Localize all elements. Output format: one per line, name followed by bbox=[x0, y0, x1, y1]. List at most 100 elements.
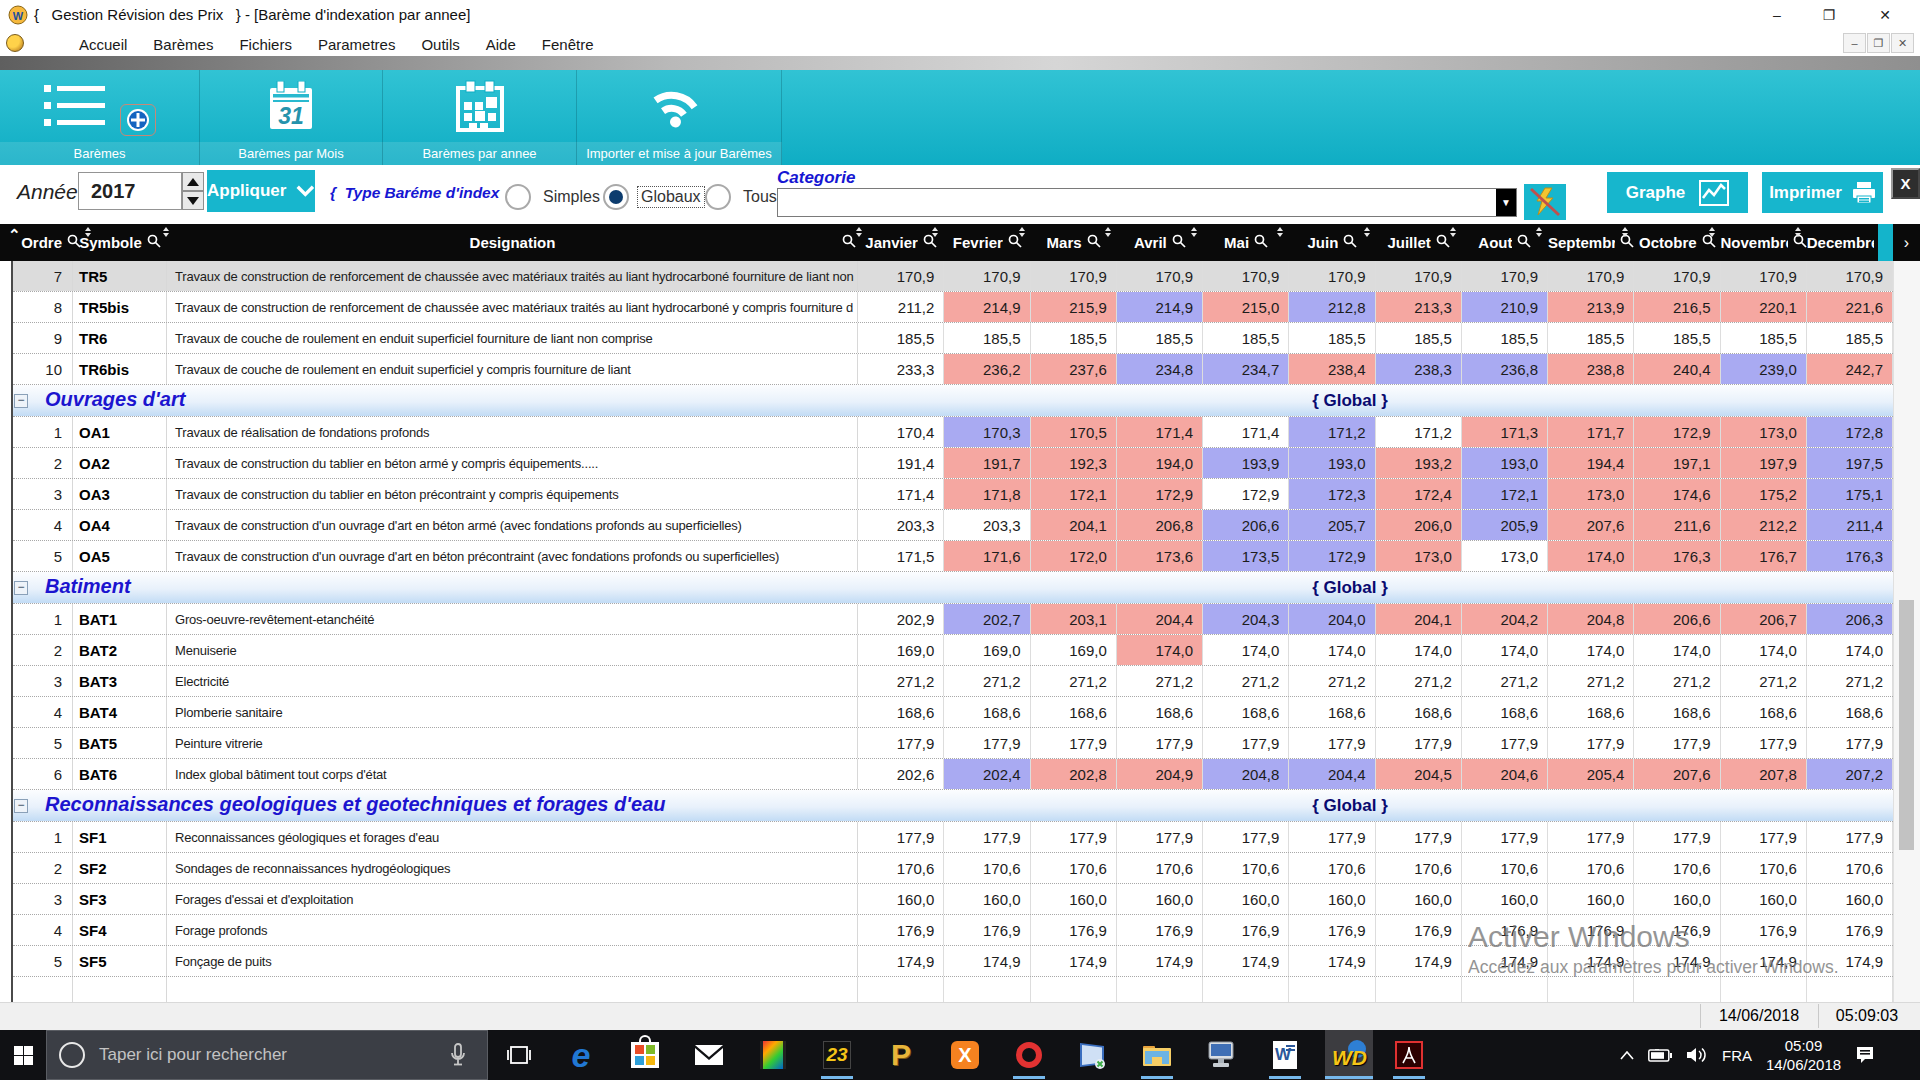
cell-month-value[interactable]: 176,7 bbox=[1721, 541, 1807, 571]
cell-month-value[interactable]: 204,1 bbox=[1031, 510, 1117, 540]
cell-month-value[interactable]: 185,5 bbox=[1548, 323, 1634, 353]
add-icon[interactable] bbox=[120, 104, 156, 136]
cell-month-value[interactable]: 177,9 bbox=[1634, 728, 1720, 758]
table-row[interactable]: 2SF2Sondages de reconnaissances hydrogéo… bbox=[13, 853, 1893, 884]
cell-month-value[interactable]: 177,9 bbox=[1807, 822, 1893, 852]
cell-symbole[interactable]: BAT5 bbox=[73, 728, 167, 758]
group-row[interactable]: − Reconnaissances geologiques et geotech… bbox=[13, 790, 1893, 822]
column-header-month[interactable]: Aout bbox=[1462, 224, 1548, 261]
graph-button[interactable]: Graphe bbox=[1607, 172, 1748, 213]
column-header-month[interactable]: Mars bbox=[1031, 224, 1117, 261]
toolbar-button-4[interactable] bbox=[577, 70, 782, 142]
photo-studio-taskbar-button[interactable] bbox=[749, 1030, 797, 1080]
column-header-month[interactable]: Juillet bbox=[1376, 224, 1462, 261]
cell-month-value[interactable]: 193,2 bbox=[1376, 448, 1462, 478]
cell-designation[interactable]: Forages d'essai et d'exploitation bbox=[167, 884, 858, 914]
cell-month-value[interactable]: 170,9 bbox=[1634, 261, 1720, 291]
cell-month-value[interactable]: 171,6 bbox=[944, 541, 1030, 571]
cell-month-value[interactable]: 177,9 bbox=[1721, 822, 1807, 852]
mail-taskbar-button[interactable] bbox=[685, 1030, 733, 1080]
category-combobox[interactable] bbox=[777, 188, 1517, 217]
cell-month-value[interactable]: 202,9 bbox=[858, 604, 944, 634]
combo-dropdown-icon[interactable]: ▼ bbox=[1496, 189, 1516, 216]
cell-month-value[interactable]: 177,9 bbox=[1031, 822, 1117, 852]
cell-month-value[interactable]: 170,6 bbox=[1721, 853, 1807, 883]
cell-month-value[interactable]: 170,9 bbox=[1721, 261, 1807, 291]
cell-month-value[interactable]: 185,5 bbox=[1721, 323, 1807, 353]
cell-month-value[interactable]: 170,9 bbox=[858, 261, 944, 291]
cell-month-value[interactable]: 206,3 bbox=[1807, 604, 1893, 634]
cell-month-value[interactable]: 238,4 bbox=[1289, 354, 1375, 384]
collapse-icon[interactable]: − bbox=[14, 394, 28, 408]
cell-designation[interactable]: Menuiserie bbox=[167, 635, 858, 665]
speaker-icon[interactable] bbox=[1686, 1047, 1708, 1063]
cell-ordre[interactable]: 1 bbox=[13, 822, 73, 852]
table-row[interactable]: 3OA3Travaux de construction du tablier e… bbox=[13, 479, 1893, 510]
cell-month-value[interactable]: 170,9 bbox=[1462, 261, 1548, 291]
cell-ordre[interactable]: 4 bbox=[13, 510, 73, 540]
table-row[interactable]: 2BAT2Menuiserie169,0169,0169,0174,0174,0… bbox=[13, 635, 1893, 666]
cell-month-value[interactable]: 160,0 bbox=[1462, 884, 1548, 914]
cell-month-value[interactable]: 193,9 bbox=[1203, 448, 1289, 478]
cell-month-value[interactable]: 271,2 bbox=[858, 666, 944, 696]
radio-circle[interactable] bbox=[705, 184, 731, 210]
cell-month-value[interactable]: 205,4 bbox=[1548, 759, 1634, 789]
search-icon[interactable] bbox=[842, 234, 856, 251]
cell-month-value[interactable]: 172,3 bbox=[1289, 479, 1375, 509]
cell-month-value[interactable]: 171,3 bbox=[1462, 417, 1548, 447]
cell-designation[interactable]: Gros-oeuvre-revêtement-etanchéité bbox=[167, 604, 858, 634]
cell-symbole[interactable]: BAT6 bbox=[73, 759, 167, 789]
cell-month-value[interactable]: 174,0 bbox=[1462, 635, 1548, 665]
cell-month-value[interactable]: 175,2 bbox=[1721, 479, 1807, 509]
cell-month-value[interactable]: 172,1 bbox=[1031, 479, 1117, 509]
cell-symbole[interactable]: SF2 bbox=[73, 853, 167, 883]
table-row[interactable]: 5OA5Travaux de construction d'un ouvrage… bbox=[13, 541, 1893, 572]
notification-icon[interactable] bbox=[1855, 1046, 1875, 1064]
cell-month-value[interactable]: 160,0 bbox=[1117, 884, 1203, 914]
cell-month-value[interactable]: 271,2 bbox=[1289, 666, 1375, 696]
cell-month-value[interactable]: 174,9 bbox=[1289, 946, 1375, 976]
cell-month-value[interactable]: 197,1 bbox=[1634, 448, 1720, 478]
search-icon[interactable] bbox=[1436, 234, 1450, 251]
cell-ordre[interactable]: 3 bbox=[13, 884, 73, 914]
cell-month-value[interactable]: 214,9 bbox=[944, 292, 1030, 322]
cell-month-value[interactable]: 185,5 bbox=[1807, 323, 1893, 353]
menu-item-parametres[interactable]: Parametres bbox=[305, 33, 409, 56]
cell-month-value[interactable]: 177,9 bbox=[1376, 728, 1462, 758]
cell-month-value[interactable]: 185,5 bbox=[1031, 323, 1117, 353]
menu-item-fichiers[interactable]: Fichiers bbox=[226, 33, 305, 56]
collapse-icon[interactable]: − bbox=[14, 799, 28, 813]
cell-month-value[interactable]: 204,3 bbox=[1203, 604, 1289, 634]
cell-month-value[interactable]: 172,9 bbox=[1203, 479, 1289, 509]
toolbar-button-3[interactable] bbox=[383, 70, 577, 142]
cell-month-value[interactable]: 177,9 bbox=[944, 822, 1030, 852]
cell-month-value[interactable]: 168,6 bbox=[1721, 697, 1807, 727]
column-header-month[interactable]: Octobre bbox=[1634, 224, 1720, 261]
cell-symbole[interactable]: OA1 bbox=[73, 417, 167, 447]
start-button[interactable] bbox=[0, 1030, 46, 1080]
cell-month-value[interactable]: 170,6 bbox=[1289, 853, 1375, 883]
cell-month-value[interactable]: 204,4 bbox=[1289, 759, 1375, 789]
cell-month-value[interactable]: 176,3 bbox=[1807, 541, 1893, 571]
close-button[interactable]: ✕ bbox=[1870, 4, 1900, 26]
cell-designation[interactable]: Travaux de couche de roulement en enduit… bbox=[167, 323, 858, 353]
group-row[interactable]: − Ouvrages d'art { Global } bbox=[13, 385, 1893, 417]
cell-month-value[interactable]: 160,0 bbox=[1376, 884, 1462, 914]
cell-designation[interactable]: Fonçage de puits bbox=[167, 946, 858, 976]
mdi-restore-button[interactable]: ❐ bbox=[1867, 33, 1890, 53]
cell-month-value[interactable]: 271,2 bbox=[944, 666, 1030, 696]
cell-month-value[interactable]: 271,2 bbox=[1634, 666, 1720, 696]
table-row[interactable]: 4BAT4Plomberie sanitaire168,6168,6168,61… bbox=[13, 697, 1893, 728]
mdi-minimize-button[interactable]: – bbox=[1843, 33, 1866, 53]
cell-month-value[interactable]: 202,6 bbox=[858, 759, 944, 789]
cell-month-value[interactable]: 170,6 bbox=[944, 853, 1030, 883]
battery-icon[interactable] bbox=[1648, 1049, 1672, 1062]
cell-month-value[interactable]: 197,9 bbox=[1721, 448, 1807, 478]
cell-month-value[interactable]: 216,5 bbox=[1634, 292, 1720, 322]
table-row[interactable]: 5BAT5Peinture vitrerie177,9177,9177,9177… bbox=[13, 728, 1893, 759]
scrollbar-thumb[interactable] bbox=[1899, 600, 1914, 850]
cell-month-value[interactable]: 205,7 bbox=[1289, 510, 1375, 540]
cell-symbole[interactable]: TR6 bbox=[73, 323, 167, 353]
microphone-icon[interactable] bbox=[450, 1043, 466, 1067]
cell-month-value[interactable]: 168,6 bbox=[858, 697, 944, 727]
